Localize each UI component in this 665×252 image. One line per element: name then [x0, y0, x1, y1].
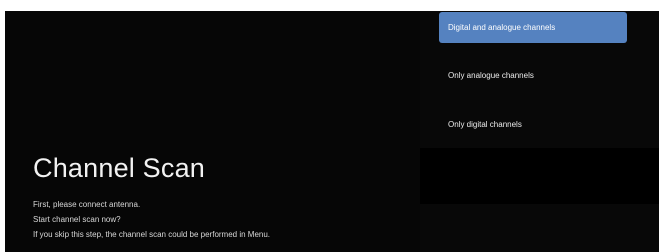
- menu-item-only-analogue[interactable]: Only analogue channels: [439, 60, 627, 91]
- menu-item-only-digital[interactable]: Only digital channels: [439, 109, 627, 140]
- instruction-line: First, please connect antenna.: [33, 200, 141, 209]
- scan-options-menu: Digital and analogue channels Only analo…: [420, 11, 659, 252]
- channel-scan-info-panel: Channel Scan First, please connect anten…: [5, 11, 425, 252]
- instructions-text: First, please connect antenna. Start cha…: [33, 197, 270, 242]
- tv-screen: Channel Scan First, please connect anten…: [5, 11, 659, 252]
- menu-dark-band: [420, 148, 659, 204]
- page-title: Channel Scan: [33, 153, 206, 183]
- menu-item-digital-and-analogue[interactable]: Digital and analogue channels: [439, 12, 627, 43]
- instruction-line: Start channel scan now?: [33, 215, 121, 224]
- instruction-line: If you skip this step, the channel scan …: [33, 230, 271, 239]
